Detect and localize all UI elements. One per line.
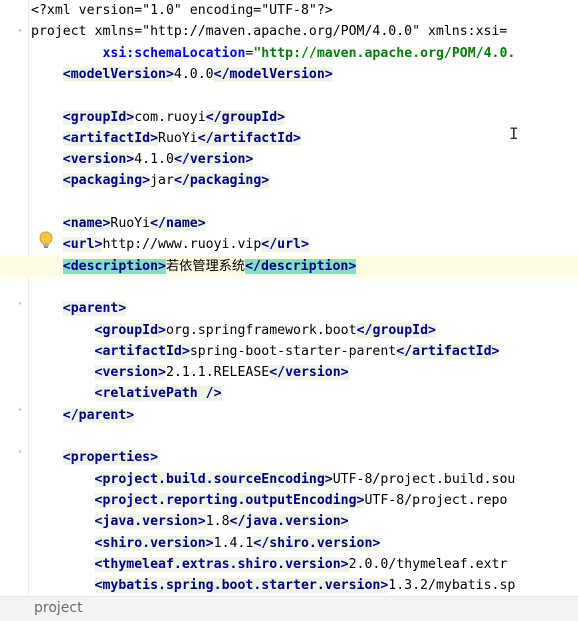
breadcrumb[interactable]: project <box>0 596 578 621</box>
code-line[interactable]: <description>若依管理系统</description> <box>0 255 578 277</box>
code-line-text: <properties> <box>62 450 159 466</box>
code-line-text: <project.build.sourceEncoding>UTF-8/proj… <box>94 471 516 487</box>
code-line[interactable]: <name>RuoYi</name> <box>0 213 578 234</box>
code-line[interactable]: <project.reporting.outputEncoding>UTF-8/… <box>0 490 578 511</box>
code-line-text: <url>http://www.ruoyi.vip</url> <box>62 237 309 253</box>
code-line-text: <description>若依管理系统</description> <box>62 258 357 274</box>
code-line[interactable]: <java.version>1.8</java.version> <box>0 511 578 532</box>
code-line[interactable]: <modelVersion>4.0.0</modelVersion> <box>0 64 578 85</box>
lightbulb-icon[interactable] <box>37 230 55 250</box>
code-line[interactable]: <mybatis.spring.boot.starter.version>1.3… <box>0 575 578 596</box>
code-line-text: <?xml version="1.0" encoding="UTF-8"?> <box>31 3 333 18</box>
code-line-text: <java.version>1.8</java.version> <box>94 514 349 530</box>
code-line[interactable]: <properties> <box>0 447 578 468</box>
code-line[interactable]: <url>http://www.ruoyi.vip</url> <box>0 234 578 255</box>
code-line-text: xsi:schemaLocation="http://maven.apache.… <box>102 45 516 61</box>
code-line[interactable]: xsi:schemaLocation="http://maven.apache.… <box>0 43 578 64</box>
code-line-text: </parent> <box>62 407 135 423</box>
code-line-text: <groupId>org.springframework.boot</group… <box>94 322 436 338</box>
code-line[interactable]: <artifactId>RuoYi</artifactId> <box>0 128 578 149</box>
code-line-text: <relativePath /> <box>94 386 222 402</box>
code-line[interactable]: <?xml version="1.0" encoding="UTF-8"?> <box>0 0 578 21</box>
code-line-text: <artifactId>RuoYi</artifactId> <box>62 130 301 146</box>
code-line[interactable]: </parent> <box>0 405 578 426</box>
code-line[interactable]: <parent> <box>0 298 578 319</box>
code-line-text: <groupId>com.ruoyi</groupId> <box>62 109 286 125</box>
code-line[interactable] <box>0 85 578 106</box>
code-line-text: <version>4.1.0</version> <box>62 152 254 168</box>
code-line-text: <modelVersion>4.0.0</modelVersion> <box>62 66 333 82</box>
code-line-text: <mybatis.spring.boot.starter.version>1.3… <box>94 578 516 594</box>
code-line-text: <artifactId>spring-boot-starter-parent</… <box>94 343 500 359</box>
code-line-text: <project.reporting.outputEncoding>UTF-8/… <box>94 492 508 508</box>
code-editor[interactable]: ▾ ▾ ▴ ▾ <?xml version="1.0" encoding="UT… <box>0 0 578 596</box>
code-line[interactable]: <shiro.version>1.4.1</shiro.version> <box>0 533 578 554</box>
code-line-text: <thymeleaf.extras.shiro.version>2.0.0/th… <box>94 556 508 572</box>
code-line[interactable]: project xmlns="http://maven.apache.org/P… <box>0 21 578 42</box>
code-line-text: <parent> <box>62 301 127 317</box>
code-line[interactable]: <groupId>com.ruoyi</groupId> <box>0 107 578 128</box>
code-line[interactable]: <packaging>jar</packaging> <box>0 170 578 191</box>
code-line-text: <version>2.1.1.RELEASE</version> <box>94 365 349 381</box>
code-line[interactable]: <version>4.1.0</version> <box>0 149 578 170</box>
code-line[interactable]: <relativePath /> <box>0 383 578 404</box>
code-line-text: <shiro.version>1.4.1</shiro.version> <box>94 535 381 551</box>
code-line[interactable]: <artifactId>spring-boot-starter-parent</… <box>0 341 578 362</box>
code-line[interactable] <box>0 426 578 447</box>
code-line[interactable]: <project.build.sourceEncoding>UTF-8/proj… <box>0 469 578 490</box>
code-line[interactable] <box>0 277 578 298</box>
code-line[interactable] <box>0 192 578 213</box>
code-line[interactable]: <groupId>org.springframework.boot</group… <box>0 320 578 341</box>
code-line-text: project xmlns="http://maven.apache.org/P… <box>31 24 508 40</box>
breadcrumb-item-project[interactable]: project <box>34 600 83 616</box>
code-line-text: <name>RuoYi</name> <box>62 216 206 231</box>
code-line[interactable]: <thymeleaf.extras.shiro.version>2.0.0/th… <box>0 554 578 575</box>
text-cursor-icon: I <box>509 124 519 143</box>
code-line-text: <packaging>jar</packaging> <box>62 173 270 189</box>
code-line[interactable]: <version>2.1.1.RELEASE</version> <box>0 362 578 383</box>
